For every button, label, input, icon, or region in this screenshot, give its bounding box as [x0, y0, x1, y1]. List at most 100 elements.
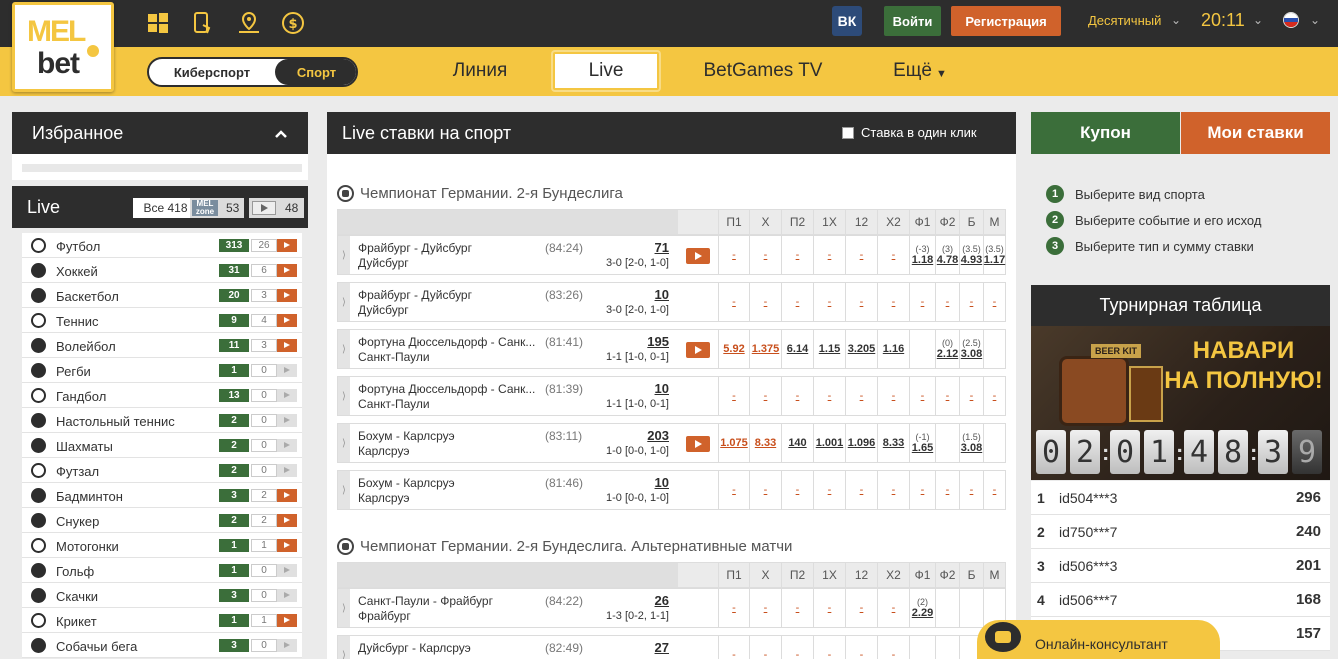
register-button[interactable]: Регистрация: [951, 6, 1061, 36]
toggle-sport[interactable]: Спорт: [275, 59, 356, 85]
video-icon[interactable]: [277, 239, 297, 252]
expand-icon[interactable]: ⟩: [338, 471, 350, 509]
expand-icon[interactable]: ⟩: [338, 424, 350, 462]
odds-cell[interactable]: 5.92: [718, 330, 749, 368]
expand-icon[interactable]: ⟩: [338, 377, 350, 415]
sidebar-sport-item[interactable]: Регби 1 0: [22, 358, 302, 383]
odds-cell[interactable]: -: [959, 283, 983, 321]
match-teams[interactable]: Санкт-Паули - Фрайбург Фрайбург: [358, 594, 493, 624]
logo[interactable]: MEL bet: [12, 2, 114, 92]
video-icon[interactable]: [277, 564, 297, 577]
odds-cell[interactable]: -: [718, 283, 749, 321]
odds-cell[interactable]: -: [877, 589, 909, 627]
filter-all[interactable]: Все 418: [133, 198, 198, 218]
odds-cell[interactable]: (-3) 1.18: [909, 236, 935, 274]
odds-cell[interactable]: -: [813, 236, 845, 274]
odds-cell[interactable]: -: [959, 377, 983, 415]
odds-cell[interactable]: (2.5) 3.08: [959, 330, 983, 368]
match-row[interactable]: ⟩ Санкт-Паули - Фрайбург Фрайбург (84:22) 26…: [337, 588, 1006, 628]
video-icon[interactable]: [277, 414, 297, 427]
odds-cell[interactable]: (3.5) 1.17: [983, 236, 1005, 274]
video-icon[interactable]: [277, 289, 297, 302]
market-count[interactable]: 195: [647, 334, 669, 349]
chevron-down-icon[interactable]: ⌄: [1310, 13, 1320, 27]
match-teams[interactable]: Дуйсбург - Карлсруэ: [358, 641, 471, 656]
odds-cell[interactable]: -: [877, 636, 909, 659]
video-icon[interactable]: [277, 439, 297, 452]
live-video-icon[interactable]: [686, 436, 710, 452]
odds-cell[interactable]: -: [749, 236, 781, 274]
odds-cell[interactable]: 1.15: [813, 330, 845, 368]
sidebar-sport-item[interactable]: Мотогонки 1 1: [22, 533, 302, 558]
market-count[interactable]: 203: [647, 428, 669, 443]
video-icon[interactable]: [277, 539, 297, 552]
odds-cell[interactable]: -: [845, 377, 877, 415]
login-button[interactable]: Войти: [884, 6, 941, 36]
odds-cell[interactable]: -: [749, 283, 781, 321]
odds-cell[interactable]: 8.33: [749, 424, 781, 462]
sidebar-sport-item[interactable]: Крикет 1 1: [22, 608, 302, 633]
video-icon[interactable]: [277, 389, 297, 402]
market-count[interactable]: 27: [655, 640, 669, 655]
odds-cell[interactable]: (2) 2.29: [909, 589, 935, 627]
match-row[interactable]: ⟩ Дуйсбург - Карлсруэ (82:49) 27 - - - - - -: [337, 635, 1006, 659]
odds-cell[interactable]: -: [813, 636, 845, 659]
match-teams[interactable]: Бохум - Карлсруэ Карлсруэ: [358, 476, 455, 506]
video-icon[interactable]: [277, 614, 297, 627]
odds-cell[interactable]: -: [909, 283, 935, 321]
odds-cell[interactable]: (3.5) 4.93: [959, 236, 983, 274]
one-click-toggle[interactable]: Ставка в один клик: [842, 125, 977, 140]
chevron-down-icon[interactable]: ⌄: [1171, 13, 1181, 27]
match-teams[interactable]: Фрайбург - Дуйсбург Дуйсбург: [358, 241, 472, 271]
odds-cell[interactable]: 3.205: [845, 330, 877, 368]
mobile-icon[interactable]: [190, 10, 216, 36]
odds-cell[interactable]: -: [781, 236, 813, 274]
league-header[interactable]: Чемпионат Германии. 2-я Бундеслига: [337, 185, 623, 202]
odds-cell[interactable]: 1.001: [813, 424, 845, 462]
odds-cell[interactable]: -: [909, 377, 935, 415]
sidebar-sport-item[interactable]: Футзал 2 0: [22, 458, 302, 483]
video-icon[interactable]: [277, 264, 297, 277]
market-count[interactable]: 10: [655, 287, 669, 302]
filter-melzone[interactable]: MEL zone 53: [190, 198, 244, 218]
sidebar-sport-item[interactable]: Шахматы 2 0: [22, 433, 302, 458]
match-row[interactable]: ⟩ Бохум - Карлсруэ Карлсруэ (83:11) 203 1-0 […: [337, 423, 1006, 463]
odds-cell[interactable]: -: [781, 377, 813, 415]
live-video-icon[interactable]: [686, 342, 710, 358]
windows-icon[interactable]: [145, 10, 171, 36]
sidebar-sport-item[interactable]: Гандбол 13 0: [22, 383, 302, 408]
dollar-icon[interactable]: $: [280, 10, 306, 36]
odds-cell[interactable]: -: [813, 283, 845, 321]
sidebar-sport-item[interactable]: Гольф 1 0: [22, 558, 302, 583]
video-icon[interactable]: [277, 339, 297, 352]
sidebar-sport-item[interactable]: Настольный теннис 2 0: [22, 408, 302, 433]
odds-cell[interactable]: -: [935, 471, 959, 509]
odds-cell[interactable]: -: [983, 283, 1005, 321]
odds-cell[interactable]: -: [813, 589, 845, 627]
match-teams[interactable]: Фортуна Дюссельдорф - Санк... Санкт-Паули: [358, 382, 535, 412]
league-header[interactable]: Чемпионат Германии. 2-я Бундеслига. Альт…: [337, 538, 792, 555]
odds-cell[interactable]: -: [845, 471, 877, 509]
odds-cell[interactable]: -: [959, 471, 983, 509]
expand-icon[interactable]: ⟩: [338, 236, 350, 274]
odds-cell[interactable]: -: [749, 471, 781, 509]
sidebar-sport-item[interactable]: Бадминтон 3 2: [22, 483, 302, 508]
odds-cell[interactable]: -: [935, 377, 959, 415]
sidebar-sport-item[interactable]: Баскетбол 20 3: [22, 283, 302, 308]
live-video-icon[interactable]: [686, 248, 710, 264]
online-consultant-button[interactable]: Онлайн-консультант: [977, 620, 1220, 659]
match-row[interactable]: ⟩ Фортуна Дюссельдорф - Санк... Санкт-Паул…: [337, 329, 1006, 369]
vk-icon[interactable]: ВК: [832, 6, 862, 36]
odds-cell[interactable]: (0) 2.12: [935, 330, 959, 368]
tab-my-bets[interactable]: Мои ставки: [1181, 112, 1330, 154]
odds-cell[interactable]: -: [718, 377, 749, 415]
sport-toggle[interactable]: Киберспорт Спорт: [147, 57, 358, 87]
video-icon[interactable]: [277, 314, 297, 327]
flag-icon[interactable]: [1283, 12, 1299, 28]
match-row[interactable]: ⟩ Фортуна Дюссельдорф - Санк... Санкт-Паул…: [337, 376, 1006, 416]
nav-betgames[interactable]: BetGames TV: [690, 52, 836, 90]
video-icon[interactable]: [277, 639, 297, 652]
odds-cell[interactable]: 1.075: [718, 424, 749, 462]
odds-cell[interactable]: 1.16: [877, 330, 909, 368]
video-icon[interactable]: [277, 589, 297, 602]
